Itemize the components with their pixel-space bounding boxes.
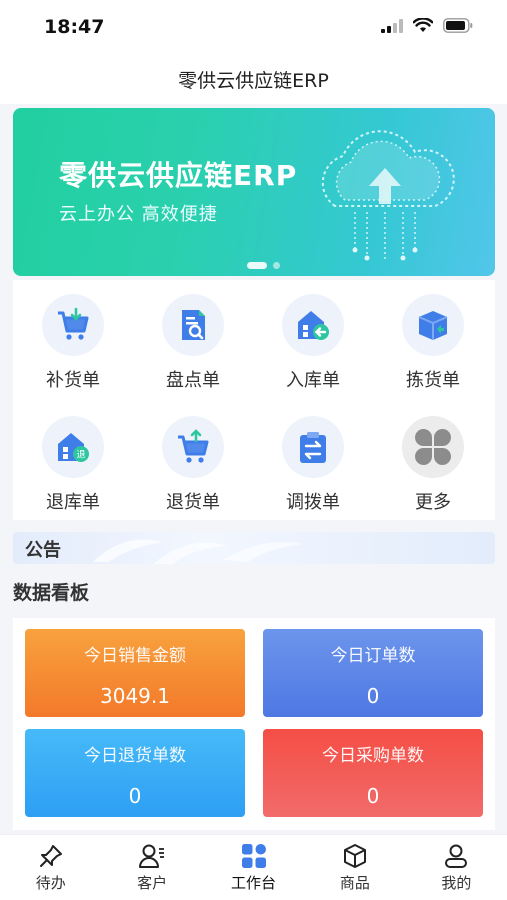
cloud-upload-illustration <box>321 130 455 262</box>
stat-label: 今日销售金额 <box>84 646 186 666</box>
banner-subtitle: 云上办公 高效便捷 <box>59 204 218 225</box>
menu-label: 退货单 <box>166 492 220 513</box>
stat-value: 0 <box>128 784 142 808</box>
svg-text:退: 退 <box>76 450 85 461</box>
dashboard-title: 数据看板 <box>13 582 90 604</box>
status-bar: 18:47 <box>0 0 507 56</box>
tab-label: 工作台 <box>231 874 277 892</box>
pin-icon <box>39 845 62 867</box>
stat-value: 3049.1 <box>100 684 170 708</box>
tab-label: 待办 <box>35 874 66 892</box>
tab-todo[interactable]: 待办 <box>0 835 101 900</box>
stat-card-today-returns[interactable]: 今日退货单数 0 <box>25 729 245 817</box>
tab-workbench[interactable]: 工作台 <box>203 835 304 900</box>
menu-icon-bg <box>402 416 464 478</box>
tab-products[interactable]: 商品 <box>304 835 405 900</box>
banner-dot[interactable] <box>273 262 280 269</box>
box-icon <box>418 311 448 340</box>
stat-label: 今日退货单数 <box>84 746 186 766</box>
stat-value: 0 <box>366 684 380 708</box>
menu-icon-bg: 退 <box>42 416 104 478</box>
battery-icon <box>443 18 473 33</box>
banner-title: 零供云供应链ERP <box>59 159 298 192</box>
customer-icon <box>139 844 165 868</box>
cart-download-icon <box>58 307 89 340</box>
promo-banner[interactable]: 零供云供应链ERP 云上办公 高效便捷 <box>13 108 495 276</box>
bottom-tab-bar: 待办 客户 工作台 商品 我的 <box>0 834 507 900</box>
page-title: 零供云供应链ERP <box>178 70 329 92</box>
transfer-icon <box>300 432 326 463</box>
menu-item-more[interactable]: 更多 <box>373 408 493 518</box>
menu-item-picking-order[interactable]: 拣货单 <box>373 286 493 396</box>
menu-item-stocktake-order[interactable]: 盘点单 <box>133 286 253 396</box>
tab-profile[interactable]: 我的 <box>406 835 507 900</box>
warehouse-in-icon <box>298 311 329 340</box>
menu-icon-bg <box>42 294 104 356</box>
status-icons <box>381 18 473 33</box>
warehouse-return-icon: 退 <box>58 433 89 462</box>
stat-card-today-orders[interactable]: 今日订单数 0 <box>263 629 483 717</box>
menu-item-transfer-order[interactable]: 调拨单 <box>253 408 373 518</box>
menu-item-goods-return-order[interactable]: 退货单 <box>133 408 253 518</box>
banner-pagination[interactable] <box>247 262 280 269</box>
quick-menu-grid: 补货单 盘点单 入库单 拣货单 退 退库单 退货单 调拨单 更多 <box>13 280 495 520</box>
wifi-icon <box>413 18 433 32</box>
menu-icon-bg <box>162 294 224 356</box>
menu-label: 入库单 <box>286 370 340 391</box>
menu-label: 盘点单 <box>166 370 220 391</box>
menu-label: 补货单 <box>46 370 100 391</box>
menu-label: 调拨单 <box>286 492 340 513</box>
tab-label: 商品 <box>339 874 370 892</box>
signal-icon <box>381 18 403 33</box>
tab-customers[interactable]: 客户 <box>101 835 202 900</box>
stat-label: 今日订单数 <box>330 646 416 666</box>
menu-icon-bg <box>162 416 224 478</box>
workbench-icon <box>241 844 266 868</box>
profile-icon <box>445 844 468 868</box>
decorative-leaf-pattern <box>93 539 303 564</box>
menu-icon-bg <box>282 294 344 356</box>
announcement-bar[interactable]: 公告 <box>13 532 495 564</box>
tab-label: 客户 <box>137 874 168 892</box>
inventory-check-icon <box>182 310 205 340</box>
menu-item-inbound-order[interactable]: 入库单 <box>253 286 373 396</box>
more-grid-icon <box>415 429 451 465</box>
menu-label: 更多 <box>415 492 451 513</box>
menu-item-restock-order[interactable]: 补货单 <box>13 286 133 396</box>
menu-item-stock-return-order[interactable]: 退 退库单 <box>13 408 133 518</box>
stat-value: 0 <box>366 784 380 808</box>
menu-icon-bg <box>282 416 344 478</box>
stat-card-today-sales[interactable]: 今日销售金额 3049.1 <box>25 629 245 717</box>
cart-return-icon <box>178 429 209 463</box>
tab-label: 我的 <box>441 874 472 892</box>
stat-card-today-purchases[interactable]: 今日采购单数 0 <box>263 729 483 817</box>
menu-label: 退库单 <box>46 492 100 513</box>
banner-dot-active[interactable] <box>247 262 267 269</box>
announcement-label: 公告 <box>25 540 61 561</box>
product-cube-icon <box>343 844 366 868</box>
menu-label: 拣货单 <box>406 370 460 391</box>
nav-bar: 零供云供应链ERP <box>0 56 507 104</box>
stat-label: 今日采购单数 <box>322 746 424 766</box>
dashboard-panel: 今日销售金额 3049.1 今日订单数 0 今日退货单数 0 今日采购单数 0 <box>13 618 495 830</box>
menu-icon-bg <box>402 294 464 356</box>
status-time: 18:47 <box>44 16 105 38</box>
